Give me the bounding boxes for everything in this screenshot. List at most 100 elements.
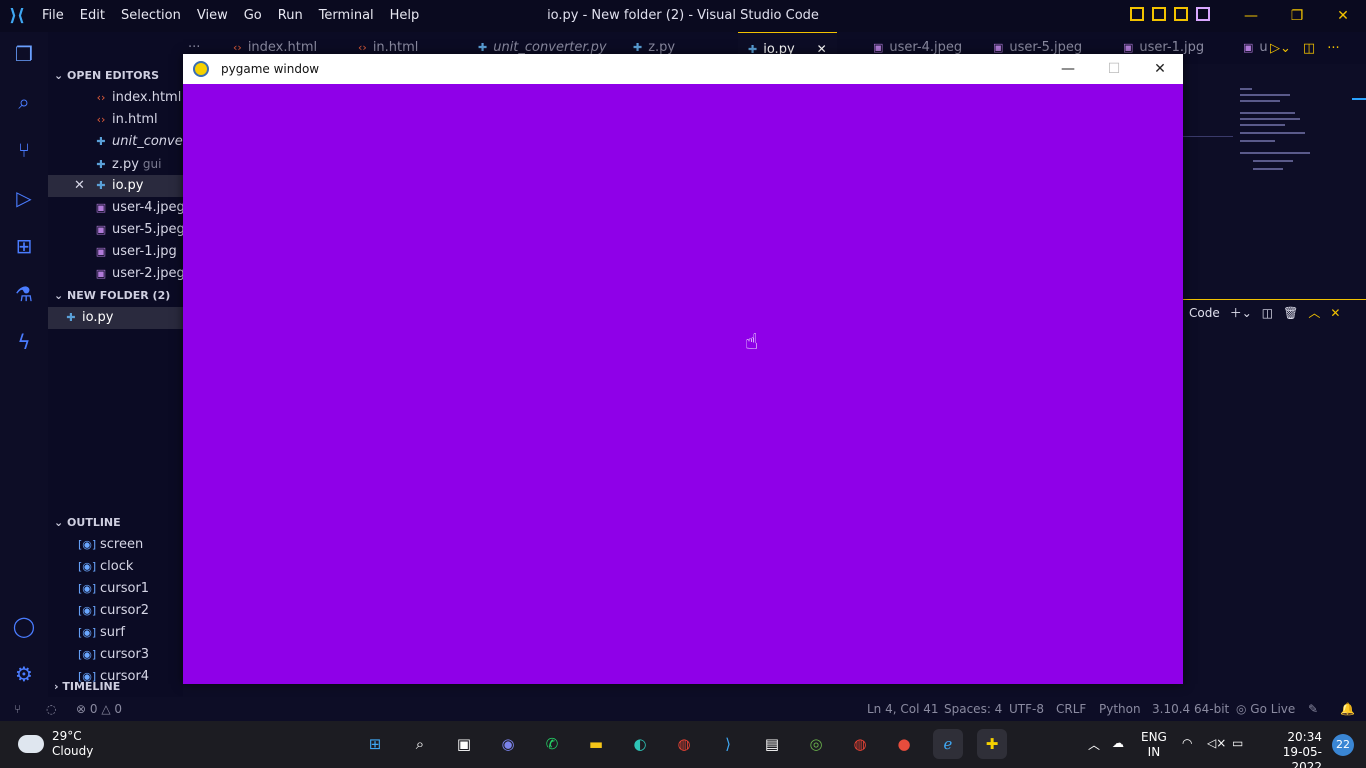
split-terminal-icon[interactable]: ◫ [1262,306,1273,320]
menu-item-go[interactable]: Go [236,0,270,32]
line-ending[interactable]: CRLF [1056,697,1086,721]
new-terminal-icon[interactable]: ＋⌄ [1230,304,1252,321]
customize-layout-icon[interactable] [1196,7,1210,21]
edge-icon[interactable]: ◐ [625,729,655,759]
outline-item[interactable]: [◉] clock [48,556,183,578]
language-indicator[interactable]: ENG IN [1141,730,1167,760]
python-icon[interactable]: ✚ [977,729,1007,759]
pygame-maximize-button[interactable]: ☐ [1091,54,1137,84]
python-file-icon: ✚ [633,41,643,54]
kill-terminal-icon[interactable]: 🗑 [1283,306,1298,320]
maps-icon[interactable]: ◎ [801,729,831,759]
toggle-secondary-sidebar-icon[interactable] [1174,7,1188,21]
open-editor-item[interactable]: ✚ unit_converter.py [48,131,183,153]
toggle-panel-icon[interactable] [1152,7,1166,21]
vscode-icon[interactable]: ⟩ [713,729,743,759]
open-editor-item[interactable]: ▣ user-1.jpg [48,241,183,263]
folder-file-item[interactable]: ✚ io.py [48,307,183,329]
sync-icon[interactable]: ◌ [46,697,56,721]
pygame-surface[interactable]: ☝ [183,84,1183,684]
close-button[interactable]: ✕ [1320,0,1366,32]
maximize-panel-icon[interactable]: ︿ [1308,304,1320,321]
search-icon[interactable]: ⌕ [405,729,435,759]
battery-icon[interactable]: ▭ [1232,736,1243,750]
pygame-minimize-button[interactable]: — [1045,54,1091,84]
chrome-icon[interactable]: ◍ [669,729,699,759]
cursor-position[interactable]: Ln 4, Col 41 [867,697,939,721]
teams-chat-icon[interactable]: ◉ [493,729,523,759]
task-view-icon[interactable]: ▣ [449,729,479,759]
location-app-icon[interactable]: ● [889,729,919,759]
notifications-icon[interactable]: 🔔 [1340,697,1355,721]
go-live-button[interactable]: ◎ Go Live [1236,697,1295,721]
minimap-slider[interactable] [1352,98,1366,100]
chrome-profile-icon[interactable]: ◍ [845,729,875,759]
extensions-icon[interactable]: ⊞ [10,232,38,260]
pygame-title-bar[interactable]: pygame window — ☐ ✕ [183,54,1183,84]
open-editor-item[interactable]: ▣ user-5.jpeg [48,219,183,241]
run-debug-icon[interactable]: ▷ [10,184,38,212]
internet-explorer-icon[interactable]: ℯ [933,729,963,759]
open-editor-item[interactable]: ✚ z.py gui [48,153,183,175]
lightning-icon[interactable]: ϟ [10,328,38,356]
close-panel-icon[interactable]: ✕ [1330,306,1340,320]
python-interpreter[interactable]: 3.10.4 64-bit [1152,697,1229,721]
indentation[interactable]: Spaces: 4 [944,697,1002,721]
editor-area[interactable] [1183,64,1366,299]
terminal-label[interactable]: Code [1189,306,1220,320]
outline-item[interactable]: [◉] cursor1 [48,578,183,600]
notification-badge[interactable]: 22 [1332,734,1354,756]
testing-icon[interactable]: ⚗ [10,280,38,308]
search-icon[interactable]: ⌕ [10,88,38,116]
open-editor-item[interactable]: ✕ ✚ io.py [48,175,183,197]
source-control-icon[interactable]: ⑂ [10,136,38,164]
problems-indicator[interactable]: ⊗ 0 △ 0 [76,697,122,721]
volume-icon[interactable]: ◁× [1207,736,1226,750]
open-editor-item[interactable]: ▣ user-2.jpeg [48,263,183,285]
open-editors-header[interactable]: ⌄ OPEN EDITORS [48,65,183,87]
pygame-close-button[interactable]: ✕ [1137,54,1183,84]
encoding[interactable]: UTF-8 [1009,697,1044,721]
menu-item-file[interactable]: File [34,0,72,32]
explorer-icon[interactable]: ❐ [10,40,38,68]
settings-gear-icon[interactable]: ⚙ [10,660,38,688]
outline-item[interactable]: [◉] screen [48,534,183,556]
open-editor-item[interactable]: ‹› index.html [48,87,183,109]
clock[interactable]: 20:34 19-05-2022 [1262,730,1322,768]
remote-icon[interactable]: ⑂ [14,697,21,721]
file-explorer-icon[interactable]: ▬ [581,729,611,759]
onedrive-icon[interactable]: ☁ [1112,736,1124,750]
outline-item[interactable]: [◉] cursor2 [48,600,183,622]
split-editor-icon[interactable]: ◫ [1303,41,1315,56]
weather-widget[interactable]: 29°C Cloudy [18,729,93,759]
language-mode[interactable]: Python [1099,697,1141,721]
wifi-icon[interactable]: ◠ [1182,736,1192,750]
outline-header[interactable]: ⌄ OUTLINE [48,512,183,534]
menu-item-edit[interactable]: Edit [72,0,113,32]
menu-item-help[interactable]: Help [382,0,428,32]
toggle-primary-sidebar-icon[interactable] [1130,7,1144,21]
start-button-icon[interactable]: ⊞ [360,729,390,759]
menu-item-run[interactable]: Run [270,0,311,32]
terminal-icon[interactable]: ▤ [757,729,787,759]
minimize-button[interactable]: — [1228,0,1274,32]
menu-item-terminal[interactable]: Terminal [311,0,382,32]
show-hidden-icons-icon[interactable]: ︿ [1088,736,1100,753]
feedback-icon[interactable]: ✎ [1308,697,1318,721]
more-icon[interactable]: ··· [1327,41,1339,56]
menu-item-selection[interactable]: Selection [113,0,189,32]
close-editor-icon[interactable]: ✕ [74,175,85,197]
run-python-icon[interactable]: ▷⌄ [1270,41,1291,56]
folder-header[interactable]: ⌄ NEW FOLDER (2) [48,285,183,307]
outline-item[interactable]: [◉] surf [48,622,183,644]
whatsapp-icon[interactable]: ✆ [537,729,567,759]
outline-item[interactable]: [◉] cursor3 [48,644,183,666]
pygame-window[interactable]: pygame window — ☐ ✕ ☝ [183,54,1183,684]
open-editor-item[interactable]: ▣ user-4.jpeg [48,197,183,219]
accounts-icon[interactable]: ◯ [10,612,38,640]
timeline-header[interactable]: › TIMELINE [48,676,183,697]
terminal-panel[interactable] [1183,325,1366,697]
open-editor-item[interactable]: ‹› in.html [48,109,183,131]
menu-item-view[interactable]: View [189,0,236,32]
maximize-button[interactable]: ❐ [1274,0,1320,32]
